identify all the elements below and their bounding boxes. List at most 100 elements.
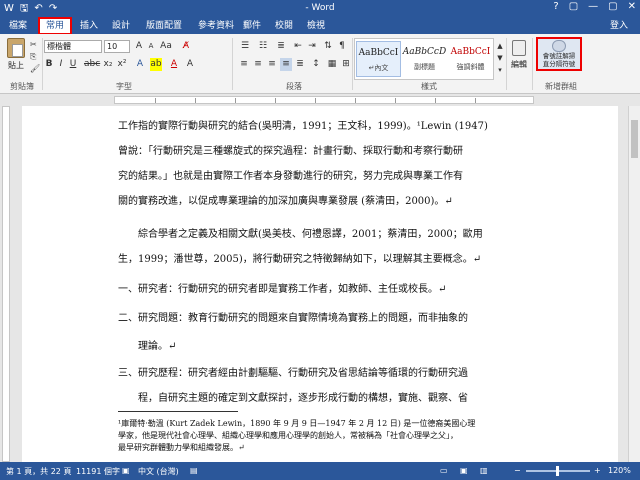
separator (232, 38, 233, 90)
scrollbar-thumb[interactable] (631, 120, 638, 158)
shrink-font-icon[interactable]: A (146, 40, 156, 53)
line-spacing-icon[interactable]: ↕ (310, 58, 322, 71)
word-count[interactable]: 11191 個字 (76, 466, 120, 477)
justify-icon[interactable]: ≡ (280, 58, 292, 71)
ruler-area (0, 94, 640, 106)
separator (532, 38, 533, 90)
tab-references[interactable]: 參考資料 (194, 18, 238, 34)
help-button[interactable]: ? (553, 1, 558, 12)
text-line: 曾說：「行動研究是三種螺旋式的探究過程：計畫行動、採取行動和考察行動研 (118, 146, 463, 157)
style-name: 強調斜體 (456, 63, 485, 71)
tab-design[interactable]: 設計 (106, 18, 136, 34)
read-mode-icon[interactable]: ▭ (440, 466, 448, 475)
format-painter-icon[interactable]: 🖌 (30, 64, 40, 73)
tab-view[interactable]: 檢視 (304, 18, 328, 34)
tab-layout[interactable]: 版面配置 (142, 18, 186, 34)
style-name: 副標題 (414, 63, 435, 71)
zoom-in-icon[interactable]: + (594, 466, 601, 475)
copy-icon[interactable]: ⎘ (30, 52, 40, 61)
tab-review[interactable]: 校閱 (272, 18, 296, 34)
decrease-indent-icon[interactable]: ⇤ (292, 40, 304, 53)
maximize-button[interactable]: ▢ (608, 1, 617, 12)
align-center-icon[interactable]: ≡ (252, 58, 264, 71)
binoculars-icon (512, 40, 526, 56)
show-marks-icon[interactable]: ¶ (336, 40, 348, 53)
separator (42, 38, 43, 90)
vertical-ruler[interactable] (2, 106, 10, 462)
close-button[interactable]: ✕ (628, 1, 636, 12)
text-line: 一、研究者：行動研究的研究者即是實務工作者，如教師、主任或校長。↵ (118, 284, 447, 295)
ruler-tick (195, 98, 196, 103)
separator (506, 38, 507, 90)
distributed-icon[interactable]: ≣ (294, 58, 306, 71)
borders-icon[interactable]: ⊞ (340, 58, 352, 71)
editing-button[interactable]: 編輯 (508, 40, 530, 80)
italic-icon[interactable]: I (56, 58, 66, 71)
tab-home[interactable]: 常用 (38, 17, 72, 35)
sign-in-link[interactable]: 登入 (604, 18, 634, 34)
clear-formatting-icon[interactable]: A̸ (180, 40, 192, 53)
bold-icon[interactable]: B (44, 58, 54, 71)
numbering-icon[interactable]: ☷ (256, 40, 270, 53)
text-line: 程，自研究主題的確定到文獻探討，逐步形成行動的構想，實施、觀察、省 (118, 393, 468, 404)
clipboard-icon (7, 38, 25, 58)
bullets-icon[interactable]: ☰ (238, 40, 252, 53)
sort-icon[interactable]: ⇅ (322, 40, 334, 53)
macro-label-line2: 直分隔符號 (542, 60, 576, 68)
separator (352, 38, 353, 90)
window-title: - Word (305, 3, 335, 13)
zoom-out-icon[interactable]: − (514, 466, 521, 475)
zoom-level[interactable]: 120% (608, 466, 631, 475)
page-count[interactable]: 第 1 頁，共 22 頁 (6, 466, 71, 477)
zoom-slider-thumb[interactable] (556, 466, 559, 476)
highlight-icon[interactable]: ab (150, 58, 162, 71)
group-styles-label: 樣式 (421, 82, 437, 91)
grow-font-icon[interactable]: A (134, 40, 144, 53)
style-subtitle[interactable]: AaBbCcD 副標題 (402, 41, 447, 77)
ribbon-tabs: 檔案 常用 插入 設計 版面配置 參考資料 郵件 校閱 檢視 登入 (0, 17, 640, 35)
style-preview: AaBbCcI (450, 47, 491, 57)
align-right-icon[interactable]: ≡ (266, 58, 278, 71)
ruler-tick (155, 98, 156, 103)
vertical-scrollbar[interactable] (628, 106, 640, 462)
character-shading-icon[interactable]: A (184, 58, 196, 71)
footnote-separator-macro-button[interactable]: 會號註解掃 直分隔符號 (536, 37, 582, 71)
style-intense-emphasis[interactable]: AaBbCcI 強調斜體 (448, 41, 493, 77)
text-line: 三、研究歷程：研究者經由計劃驅驅、行動研究及省思結論等循環的行動研究過 (118, 368, 468, 379)
increase-indent-icon[interactable]: ⇥ (306, 40, 318, 53)
paste-button[interactable]: 貼上 (4, 38, 28, 80)
print-layout-icon[interactable]: ▣ (460, 466, 468, 475)
language-indicator[interactable]: 中文 (台灣) (138, 466, 179, 477)
text-effects-icon[interactable]: A (134, 58, 146, 71)
horizontal-ruler[interactable] (114, 96, 534, 104)
document-page[interactable]: 工作指的實際行動與研究的結合(吳明清，1991；王文科，1999)。¹Lewin… (22, 106, 618, 462)
style-normal[interactable]: AaBbCcI ↵內文 (356, 41, 401, 77)
tab-file[interactable]: 檔案 (0, 18, 36, 34)
styles-more-icon[interactable]: ▾ (496, 64, 504, 77)
style-preview: AaBbCcD (402, 47, 447, 57)
underline-icon[interactable]: U (68, 58, 78, 71)
strikethrough-icon[interactable]: abc (84, 58, 100, 71)
align-left-icon[interactable]: ≡ (238, 58, 250, 71)
subscript-icon[interactable]: x₂ (102, 58, 114, 71)
ribbon-display-button[interactable]: ▢ (569, 1, 578, 12)
superscript-icon[interactable]: x² (116, 58, 128, 71)
tab-mailings[interactable]: 郵件 (240, 18, 264, 34)
minimize-button[interactable]: — (588, 1, 598, 12)
group-clipboard-label: 剪貼簿 (10, 82, 34, 91)
font-size-select[interactable]: 10 (104, 40, 130, 53)
multilevel-list-icon[interactable]: ≣ (274, 40, 288, 53)
cut-icon[interactable]: ✂ (30, 40, 40, 49)
web-layout-icon[interactable]: ▥ (480, 466, 488, 475)
group-new-label: 新增群組 (545, 82, 577, 91)
macro-record-icon[interactable]: ▤ (190, 466, 198, 475)
ruler-tick (355, 98, 356, 103)
proofing-icon[interactable]: ▣ (122, 466, 130, 475)
text-line: 工作指的實際行動與研究的結合(吳明清，1991；王文科，1999)。¹Lewin… (118, 121, 488, 132)
font-color-icon[interactable]: A (168, 58, 180, 71)
footnote-line: ¹庫爾特·勒溫 (Kurt Zadek Lewin，1890 年 9 月 9 日… (118, 419, 476, 428)
change-case-icon[interactable]: Aa (160, 40, 172, 53)
tab-insert[interactable]: 插入 (76, 18, 102, 34)
shading-icon[interactable]: ▦ (326, 58, 338, 71)
font-name-select[interactable]: 標楷體 (44, 40, 102, 53)
